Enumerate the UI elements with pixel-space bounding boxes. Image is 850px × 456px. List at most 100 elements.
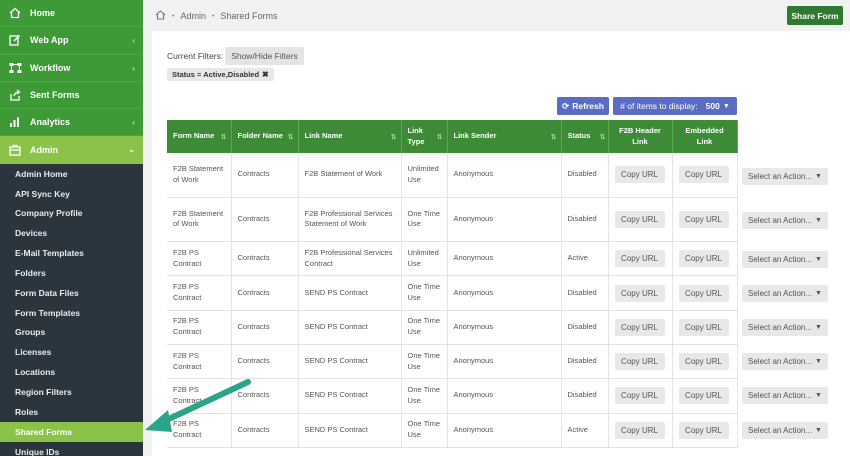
embedded-copy-url-button[interactable]: Copy URL: [678, 353, 729, 371]
sidebar-item-company-profile[interactable]: Company Profile: [0, 203, 143, 223]
sidebar-item-admin-home[interactable]: Admin Home: [0, 164, 143, 184]
briefcase-icon: [8, 143, 22, 157]
column-header-label: Status: [567, 131, 591, 141]
sidebar-item-roles[interactable]: Roles: [0, 402, 143, 422]
select-action-dropdown[interactable]: Select an Action... ▼: [742, 353, 828, 370]
select-action-label: Select an Action...: [748, 426, 813, 435]
embedded-copy-url-button[interactable]: Copy URL: [678, 387, 729, 405]
select-action-dropdown[interactable]: Select an Action... ▼: [742, 251, 828, 268]
sidebar-item-workflow[interactable]: Workflow ‹: [0, 55, 143, 82]
home-icon: [8, 6, 22, 20]
chevron-left-icon: ‹: [132, 36, 135, 46]
column-header-status[interactable]: Status ⇅: [561, 120, 609, 153]
embedded-copy-url-button[interactable]: Copy URL: [678, 421, 729, 439]
folder-name-cell: Contracts: [231, 275, 299, 311]
sort-icon: ⇅: [390, 134, 397, 141]
copy-url-cell: Copy URL: [608, 275, 673, 311]
link-type-cell: One Time Use: [401, 378, 448, 414]
folder-name-cell: Contracts: [231, 241, 299, 277]
sidebar-item-api-sync-key[interactable]: API Sync Key: [0, 184, 143, 204]
link-name-cell: F2B Professional Services Contract: [298, 241, 402, 277]
copy-url-cell: Copy URL: [672, 275, 738, 311]
sidebar-item-folders[interactable]: Folders: [0, 263, 143, 283]
sidebar-item-form-data-files[interactable]: Form Data Files: [0, 283, 143, 303]
sidebar-item-unique-ids[interactable]: Unique IDs: [0, 442, 143, 456]
sidebar-item-label: Workflow: [30, 62, 71, 73]
home-icon[interactable]: [155, 10, 166, 22]
caret-down-icon: ▼: [722, 102, 730, 110]
sidebar-item-locations[interactable]: Locations: [0, 362, 143, 382]
refresh-button[interactable]: ⟳ Refresh: [557, 97, 609, 115]
embedded-copy-url-button[interactable]: Copy URL: [678, 250, 729, 268]
sort-icon: ⇅: [436, 134, 443, 141]
sidebar-item-label: Admin: [30, 145, 58, 156]
shared-forms-table: Form Name ⇅ Folder Name ⇅ Link Name ⇅ Link …: [167, 120, 738, 448]
copy-url-cell: Copy URL: [672, 241, 738, 277]
caret-down-icon: ▼: [815, 290, 822, 297]
f2b-header-copy-url-button[interactable]: Copy URL: [614, 421, 665, 439]
copy-url-cell: Copy URL: [608, 344, 673, 380]
column-header-folder-name[interactable]: Folder Name ⇅: [231, 120, 299, 153]
sidebar-item-analytics[interactable]: Analytics ‹: [0, 109, 143, 137]
embedded-copy-url-button[interactable]: Copy URL: [678, 284, 729, 302]
link-sender-cell: Anonymous: [447, 197, 562, 243]
breadcrumb-separator: •: [172, 12, 175, 20]
share-form-button[interactable]: Share Form: [787, 6, 843, 25]
breadcrumb: • Admin • Shared Forms: [155, 10, 277, 22]
table-row: F2B Statement of Work Contracts F2B Statem…: [167, 153, 738, 198]
column-header-form-name[interactable]: Form Name ⇅: [167, 120, 232, 153]
chevron-left-icon: ‹: [132, 118, 135, 128]
select-action-dropdown[interactable]: Select an Action... ▼: [742, 168, 828, 185]
f2b-header-copy-url-button[interactable]: Copy URL: [614, 318, 665, 336]
copy-url-cell: Copy URL: [608, 241, 673, 277]
select-action-dropdown[interactable]: Select an Action... ▼: [742, 319, 828, 336]
link-type-cell: One Time Use: [401, 275, 448, 311]
embedded-copy-url-button[interactable]: Copy URL: [678, 166, 729, 184]
select-action-label: Select an Action...: [748, 289, 813, 298]
close-icon[interactable]: ✖: [262, 70, 269, 79]
sidebar-item-groups[interactable]: Groups: [0, 323, 143, 343]
breadcrumb-shared-forms: Shared Forms: [220, 11, 278, 21]
column-header-label: Form Name: [173, 131, 215, 141]
sidebar-item-form-templates[interactable]: Form Templates: [0, 303, 143, 323]
column-header-link-type[interactable]: Link Type ⇅: [401, 120, 448, 153]
select-action-dropdown[interactable]: Select an Action... ▼: [742, 285, 828, 302]
embedded-copy-url-button[interactable]: Copy URL: [678, 318, 729, 336]
f2b-header-copy-url-button[interactable]: Copy URL: [614, 250, 665, 268]
sidebar-item-sent-forms[interactable]: Sent Forms: [0, 82, 143, 110]
f2b-header-copy-url-button[interactable]: Copy URL: [614, 166, 665, 184]
select-action-label: Select an Action...: [748, 172, 813, 181]
link-type-cell: One Time Use: [401, 310, 448, 345]
breadcrumb-separator: •: [211, 12, 215, 20]
breadcrumb-admin[interactable]: Admin: [180, 11, 206, 21]
form-name-cell: F2B PS Contract: [167, 241, 232, 277]
folder-name-cell: Contracts: [231, 378, 299, 414]
form-name-cell: F2B Statement of Work: [167, 197, 232, 243]
sort-icon: ⇅: [220, 134, 227, 141]
select-action-dropdown[interactable]: Select an Action... ▼: [742, 422, 828, 439]
sidebar-item-web-app[interactable]: Web App ‹: [0, 27, 143, 55]
top-bar: • Admin • Shared Forms: [143, 0, 850, 31]
f2b-header-copy-url-button[interactable]: Copy URL: [614, 284, 665, 302]
column-header-link-sender[interactable]: Link Sender ⇅: [447, 120, 562, 153]
f2b-header-copy-url-button[interactable]: Copy URL: [614, 210, 665, 228]
f2b-header-copy-url-button[interactable]: Copy URL: [614, 387, 665, 405]
embedded-copy-url-button[interactable]: Copy URL: [678, 210, 729, 228]
sidebar-item-shared-forms[interactable]: Shared Forms: [0, 421, 143, 442]
sidebar-item-home[interactable]: Home: [0, 0, 143, 28]
table-row: F2B PS Contract Contracts SEND PS Contract…: [167, 378, 738, 414]
f2b-header-copy-url-button[interactable]: Copy URL: [614, 353, 665, 371]
folder-name-cell: Contracts: [231, 413, 299, 448]
sidebar-item-email-templates[interactable]: E-Mail Templates: [0, 243, 143, 263]
sidebar-item-licenses[interactable]: Licenses: [0, 342, 143, 362]
items-to-display-dropdown[interactable]: # of items to display: 500 ▼: [613, 97, 737, 115]
sidebar-item-devices[interactable]: Devices: [0, 223, 143, 243]
copy-url-cell: Copy URL: [608, 378, 673, 414]
column-header-link-name[interactable]: Link Name ⇅: [298, 120, 402, 153]
sidebar-item-admin[interactable]: Admin ⌄: [0, 136, 143, 164]
select-action-dropdown[interactable]: Select an Action... ▼: [742, 387, 828, 404]
sidebar-item-region-filters[interactable]: Region Filters: [0, 382, 143, 402]
form-name-cell: F2B PS Contract: [167, 275, 232, 311]
show-hide-filters-button[interactable]: Show/Hide Filters: [225, 47, 304, 65]
select-action-dropdown[interactable]: Select an Action... ▼: [742, 212, 828, 229]
